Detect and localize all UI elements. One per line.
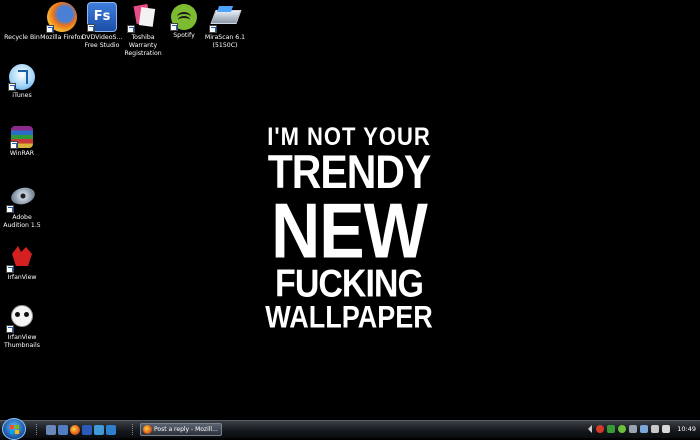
itunes-icon [8,64,35,91]
shortcut-arrow-icon [87,24,95,32]
dvdvideosoft-glyph-text: Fs [93,9,111,24]
desktop-icon-firefox[interactable]: Mozilla Firefox [40,2,84,42]
quicklaunch-switch-windows-icon[interactable] [58,425,68,435]
music-note-icon [18,70,28,84]
shortcut-arrow-icon [170,23,178,31]
desktop-icon-adobe-audition[interactable]: Adobe Audition 1.5 [0,182,44,230]
quicklaunch-app-icon[interactable] [106,425,116,435]
taskbar-grip[interactable] [132,424,135,435]
desktop-icon-label: Mozilla Firefox [40,34,84,41]
shortcut-arrow-icon [6,325,14,333]
mirascan-icon [209,2,242,33]
red-cat-icon [12,246,32,266]
taskbar: Post a reply - Mozill... 10:49 [0,418,700,440]
desktop-icon-label: WinRAR [9,150,35,157]
desktop-icon-label: Adobe Audition 1.5 [3,214,41,229]
tray-device-icon[interactable] [629,425,637,433]
desktop-icon-recycle-bin[interactable]: Recycle Bin [0,2,44,42]
desktop-icon-irfanview-thumbnails[interactable]: IrfanView Thumbnails [0,302,44,350]
irfanview-icon [6,242,37,273]
start-button[interactable] [2,418,26,440]
spotify-icon [170,4,197,31]
wallpaper-text: I'M NOT YOUR TRENDY NEW FUCKING WALLPAPE… [248,124,450,335]
quicklaunch-firefox-icon[interactable] [70,425,80,435]
disc-icon [9,185,37,207]
winrar-icon [10,126,33,149]
dvdvideosoft-icon: Fs [87,2,117,32]
irfanview-thumbnails-icon [6,302,37,333]
quicklaunch-show-desktop-icon[interactable] [46,425,56,435]
desktop-icon-itunes[interactable]: iTunes [0,62,44,100]
tray-network-icon[interactable] [640,425,648,433]
system-tray: 10:49 [582,422,700,437]
quicklaunch-word-icon[interactable] [82,425,92,435]
desktop-icon-toshiba-warranty[interactable]: Toshiba Warranty Registration [121,2,165,58]
tray-clock[interactable]: 10:49 [677,425,696,433]
taskbar-grip[interactable] [36,424,39,435]
document-white-icon [138,7,156,27]
shortcut-arrow-icon [6,265,14,273]
desktop-icon-mirascan[interactable]: MiraScan 6.1 (5150C) [203,2,247,50]
shortcut-arrow-icon [6,205,14,213]
tray-volume-icon[interactable] [662,425,670,433]
recycle-bin-icon [7,2,37,32]
tray-green-icon[interactable] [618,425,626,433]
desktop-icon-spotify[interactable]: Spotify [162,2,206,40]
shortcut-arrow-icon [209,25,217,33]
firefox-icon [143,425,152,434]
taskbar-button-firefox[interactable]: Post a reply - Mozill... [140,423,222,436]
wallpaper-line: FUCKING [275,262,424,306]
desktop-icon-label: Toshiba Warranty Registration [124,34,162,57]
taskbar-button-label: Post a reply - Mozill... [154,426,218,433]
desktop-icon-winrar[interactable]: WinRAR [0,122,44,158]
tray-power-icon[interactable] [651,425,659,433]
panda-face-icon [11,305,33,327]
desktop-icon-label: MiraScan 6.1 (5150C) [204,34,246,49]
tray-arrow-icon[interactable] [584,425,592,433]
desktop-icon-label: IrfanView [7,274,37,281]
wallpaper-line: NEW [271,187,428,275]
spotify-wave-icon [178,16,190,24]
panda-eye-icon [24,312,29,317]
desktop-icon-label: IrfanView Thumbnails [4,334,40,349]
desktop-icon-label: Spotify [173,32,195,39]
toshiba-warranty-icon [127,2,158,33]
desktop-icon-label: iTunes [12,92,32,99]
panda-eye-icon [15,312,20,317]
shortcut-arrow-icon [127,25,135,33]
desktop-icon-dvdvideosoft[interactable]: Fs DVDVideoS... Free Studio [80,2,124,50]
shortcut-arrow-icon [10,141,18,149]
adobe-audition-icon [6,182,37,213]
desktop-icon-label: Recycle Bin [4,34,40,41]
quicklaunch-outlook-icon[interactable] [94,425,104,435]
shortcut-arrow-icon [46,25,54,33]
wallpaper-line: WALLPAPER [265,299,433,335]
scanner-light-icon [216,6,234,12]
tray-security-icon[interactable] [596,425,604,433]
desktop[interactable]: Recycle Bin Mozilla Firefox Fs DVDVideoS… [0,0,700,420]
firefox-icon [46,2,77,33]
desktop-icon-irfanview[interactable]: IrfanView [0,242,44,282]
shortcut-arrow-icon [8,83,16,91]
tray-shield-icon[interactable] [607,425,615,433]
scanner-icon [210,10,242,24]
desktop-icon-label: DVDVideoS... Free Studio [81,34,123,49]
